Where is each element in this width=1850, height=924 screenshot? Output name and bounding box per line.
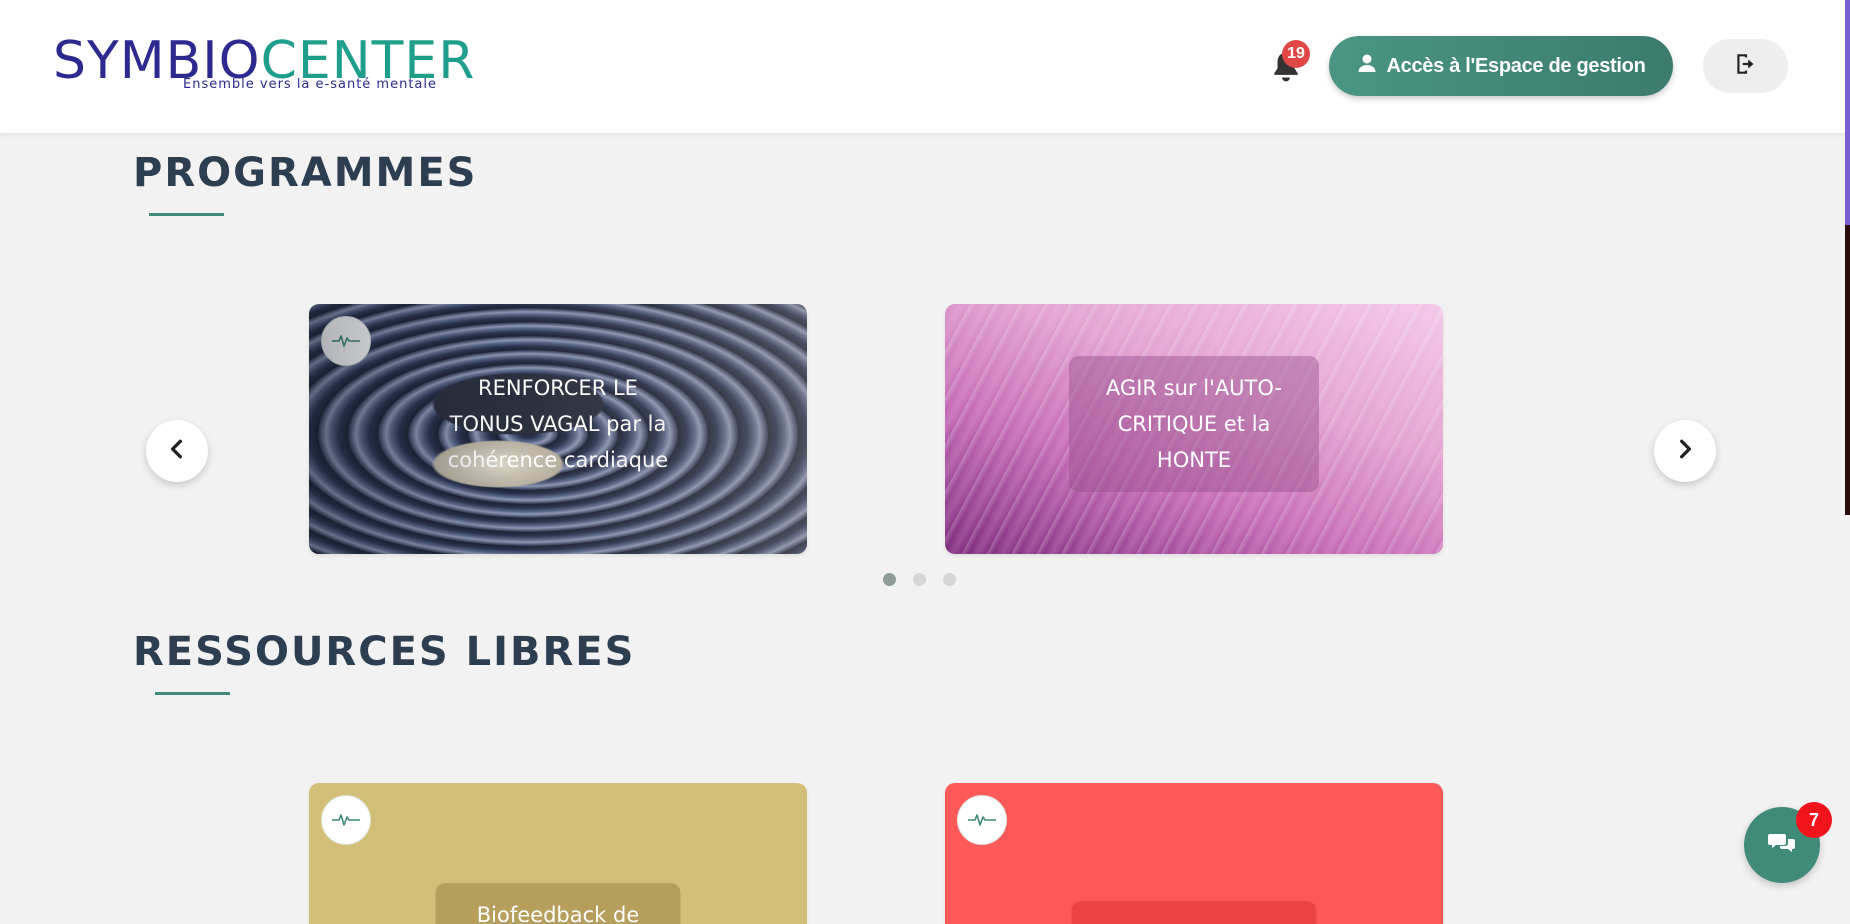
programme-card-tonus-vagal[interactable]: RENFORCER LE TONUS VAGAL par la cohérenc… [309,304,807,554]
logout-button[interactable] [1703,39,1788,93]
carousel-dot-3[interactable] [943,573,956,586]
page-scrollbar[interactable] [1845,0,1850,924]
chevron-right-icon [1674,438,1696,464]
user-icon [1357,53,1377,79]
management-space-label: Accès à l'Espace de gestion [1386,54,1646,77]
programme-card-label: RENFORCER LE TONUS VAGAL par la cohérenc… [447,376,669,472]
logo-tagline: Ensemble vers la e-santé mentale [183,77,438,92]
programmes-title: PROGRAMMES [133,150,478,196]
carousel-dots [883,573,956,586]
ressource-card-biofeedback[interactable]: Biofeedback de [309,783,807,924]
logo[interactable]: SYMBIOCENTER Ensemble vers la e-santé me… [53,30,474,95]
pulse-icon [321,316,371,366]
chat-badge: 7 [1796,802,1832,838]
notification-badge: 19 [1282,40,1310,68]
programme-card-auto-critique[interactable]: AGIR sur l'AUTO-CRITIQUE et la HONTE [945,304,1443,554]
management-space-button[interactable]: Accès à l'Espace de gestion [1329,36,1673,96]
programme-card-label: AGIR sur l'AUTO-CRITIQUE et la HONTE [1069,356,1319,492]
ressources-title-underline [155,692,230,695]
carousel-dot-1[interactable] [883,573,896,586]
pulse-icon [321,795,371,845]
programmes-prev-button[interactable] [146,420,208,482]
logout-icon [1733,51,1759,81]
ressource-card-red[interactable] [945,783,1443,924]
page: SYMBIOCENTER Ensemble vers la e-santé me… [0,0,1850,924]
chevron-left-icon [166,438,188,464]
pulse-icon [957,795,1007,845]
programmes-title-underline [149,213,224,216]
ressources-title: RESSOURCES LIBRES [133,629,636,675]
ressource-card-label [1071,901,1317,924]
ressource-card-label: Biofeedback de [435,883,681,924]
header: SYMBIOCENTER Ensemble vers la e-santé me… [0,0,1845,133]
carousel-dot-2[interactable] [913,573,926,586]
programmes-next-button[interactable] [1654,420,1716,482]
chat-icon [1768,831,1796,859]
